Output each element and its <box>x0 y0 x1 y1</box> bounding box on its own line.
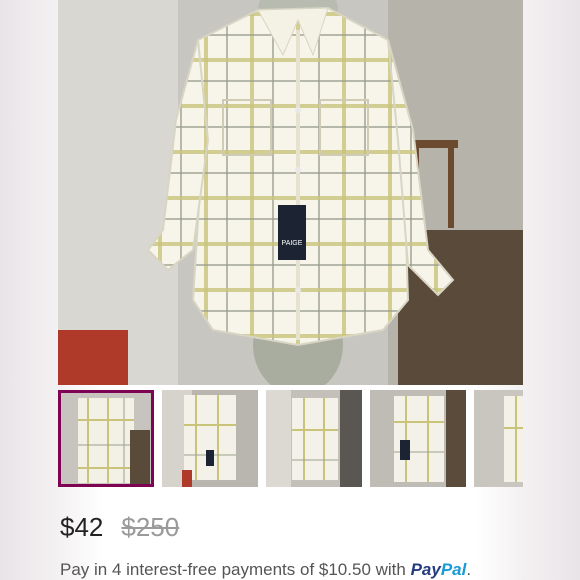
shirt-photo: PAIGE <box>58 0 523 385</box>
current-price: $42 <box>60 512 104 542</box>
price-row: $42 $250 <box>60 512 179 543</box>
hang-tag-brand: PAIGE <box>282 240 303 247</box>
paypal-logo: PayPal <box>411 560 467 579</box>
original-price: $250 <box>121 512 180 542</box>
paypal-installments[interactable]: Pay in 4 interest-free payments of $10.5… <box>60 560 471 580</box>
paypal-logo-pal: Pal <box>440 560 467 579</box>
thumbnail-5[interactable] <box>474 390 523 487</box>
paypal-logo-pay: Pay <box>410 560 441 579</box>
main-product-image[interactable]: PAIGE <box>58 0 523 385</box>
thumbnail-4[interactable] <box>370 390 466 487</box>
thumbnail-1[interactable] <box>58 390 154 487</box>
paypal-suffix: . <box>466 560 472 579</box>
thumbnail-2[interactable] <box>162 390 258 487</box>
thumbnail-strip <box>58 390 523 487</box>
paypal-text: Pay in 4 interest-free payments of $10.5… <box>60 560 411 579</box>
thumbnail-3[interactable] <box>266 390 362 487</box>
